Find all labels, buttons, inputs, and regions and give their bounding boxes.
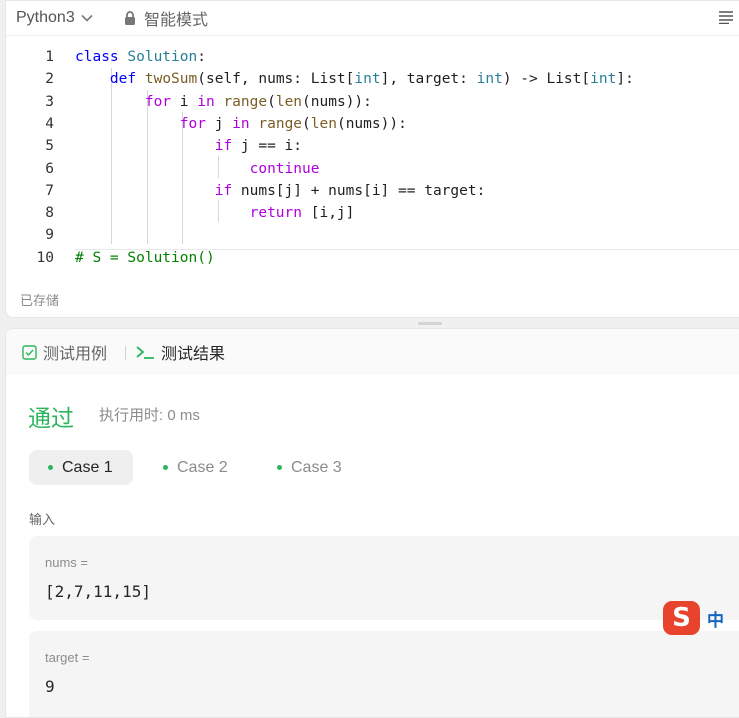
tab-testcase-label: 测试用例	[43, 346, 108, 363]
line-number: 5	[45, 138, 54, 155]
line-number: 1	[45, 49, 54, 65]
language-select[interactable]: Python3	[16, 7, 93, 29]
code-line[interactable]: 10 # S = Solution()	[6, 247, 739, 269]
tab-result[interactable]: 测试结果	[135, 341, 225, 363]
editor-toolbar: Python3 智能模式	[6, 1, 739, 36]
code-editor-panel: Python3 智能模式 1 class Solution: 2 def twoSu…	[5, 0, 739, 318]
ime-language: 中	[707, 610, 724, 630]
tab-result-label: 测试结果	[161, 346, 226, 363]
line-number: 8	[45, 205, 54, 222]
input-name: nums =	[45, 555, 88, 570]
case-tab-2[interactable]: Case 2	[163, 450, 228, 485]
sogou-logo-icon: S	[663, 601, 700, 635]
ime-indicator[interactable]: S 中	[663, 601, 724, 635]
menu-icon[interactable]	[718, 10, 734, 24]
case-tab-1[interactable]: Case 1	[29, 450, 133, 485]
line-number: 7	[45, 182, 54, 199]
lock-icon	[125, 11, 135, 25]
input-value[interactable]: [2,7,11,15]	[45, 582, 151, 601]
code-line[interactable]: 1 class Solution:	[6, 46, 739, 68]
case-tab-3[interactable]: Case 3	[277, 450, 342, 485]
code-line[interactable]: 5 if j == i:	[6, 135, 739, 157]
line-number: 10	[36, 249, 54, 266]
pass-dot-icon	[277, 465, 282, 470]
case-label: Case 1	[62, 458, 113, 476]
code-line[interactable]: 7 if nums[j] + nums[i] == target:	[6, 180, 739, 202]
smart-mode-toggle[interactable]: 智能模式	[124, 7, 208, 29]
pass-dot-icon	[48, 465, 53, 470]
saved-status: 已存储	[20, 293, 60, 308]
code-text: continue	[249, 160, 320, 177]
tab-divider	[125, 346, 126, 360]
test-result-panel: 测试用例 测试结果 通过 执行用时: 0 ms Case 1 Case 2 Ca…	[5, 328, 739, 718]
code-line[interactable]: 8 return [i,j]	[6, 202, 739, 224]
code-text: class Solution:	[75, 49, 206, 65]
line-number: 4	[45, 115, 54, 132]
runtime-text: 执行用时: 0 ms	[99, 407, 200, 424]
code-text: # S = Solution()	[75, 249, 215, 266]
result-status: 通过	[28, 405, 74, 431]
code-text: if j == i:	[214, 138, 302, 155]
code-line[interactable]: 9	[6, 224, 739, 246]
tab-testcase[interactable]: 测试用例	[22, 341, 107, 363]
input-label: 输入	[29, 512, 56, 527]
code-text: for j in range(len(nums)):	[179, 115, 407, 132]
mode-label: 智能模式	[144, 12, 209, 29]
line-number: 6	[45, 160, 54, 177]
language-label: Python3	[16, 9, 75, 26]
panel-resize-handle[interactable]	[418, 322, 442, 325]
pass-dot-icon	[163, 465, 168, 470]
checkbox-icon	[22, 344, 37, 360]
input-name: target =	[45, 650, 90, 665]
code-line[interactable]: 3 for i in range(len(nums)):	[6, 91, 739, 113]
input-field-nums: nums = [2,7,11,15]	[29, 536, 739, 620]
code-line[interactable]: 6 continue	[6, 158, 739, 180]
code-text: def twoSum(self, nums: List[int], target…	[109, 71, 634, 88]
case-label: Case 2	[177, 458, 228, 476]
code-text: if nums[j] + nums[i] == target:	[214, 182, 486, 199]
code-text: return [i,j]	[249, 205, 355, 222]
line-number: 9	[45, 227, 54, 244]
input-value[interactable]: 9	[45, 677, 55, 696]
chevron-down-icon	[81, 14, 93, 22]
case-label: Case 3	[291, 458, 342, 476]
code-line[interactable]: 4 for j in range(len(nums)):	[6, 113, 739, 135]
terminal-icon	[136, 346, 154, 359]
code-line[interactable]: 2 def twoSum(self, nums: List[int], targ…	[6, 68, 739, 90]
input-field-target: target = 9	[29, 631, 739, 717]
code-text: for i in range(len(nums)):	[144, 93, 372, 110]
line-number: 2	[45, 71, 54, 88]
line-number: 3	[45, 93, 54, 110]
result-tabs: 测试用例 测试结果	[6, 329, 739, 375]
